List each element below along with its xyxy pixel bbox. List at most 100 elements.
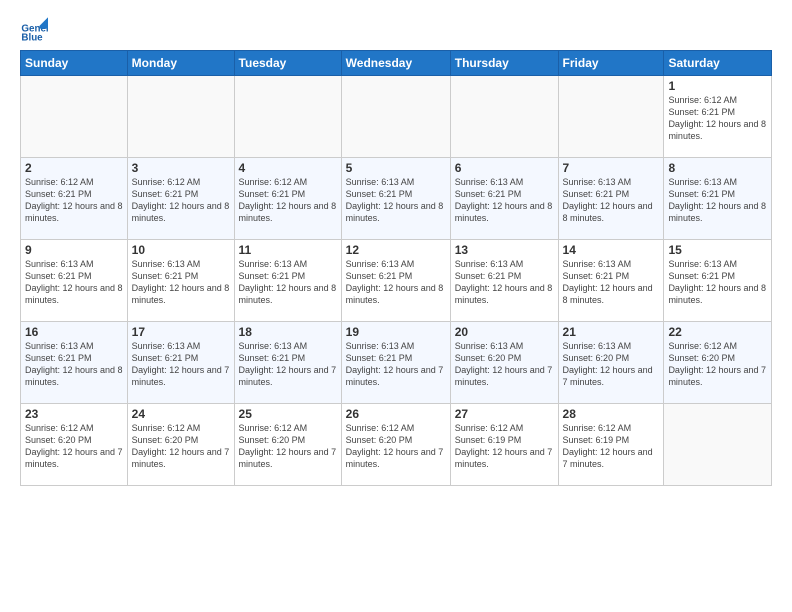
calendar-header-friday: Friday xyxy=(558,51,664,76)
calendar-cell: 3Sunrise: 6:12 AM Sunset: 6:21 PM Daylig… xyxy=(127,158,234,240)
day-number: 11 xyxy=(239,243,337,257)
day-info: Sunrise: 6:13 AM Sunset: 6:21 PM Dayligh… xyxy=(668,176,767,225)
day-info: Sunrise: 6:13 AM Sunset: 6:21 PM Dayligh… xyxy=(132,340,230,389)
day-number: 6 xyxy=(455,161,554,175)
day-number: 4 xyxy=(239,161,337,175)
day-info: Sunrise: 6:13 AM Sunset: 6:21 PM Dayligh… xyxy=(563,258,660,307)
calendar-cell: 1Sunrise: 6:12 AM Sunset: 6:21 PM Daylig… xyxy=(664,76,772,158)
calendar-cell: 2Sunrise: 6:12 AM Sunset: 6:21 PM Daylig… xyxy=(21,158,128,240)
calendar-cell: 26Sunrise: 6:12 AM Sunset: 6:20 PM Dayli… xyxy=(341,404,450,486)
day-info: Sunrise: 6:12 AM Sunset: 6:21 PM Dayligh… xyxy=(132,176,230,225)
day-number: 1 xyxy=(668,79,767,93)
day-number: 12 xyxy=(346,243,446,257)
calendar-header-row: SundayMondayTuesdayWednesdayThursdayFrid… xyxy=(21,51,772,76)
day-info: Sunrise: 6:12 AM Sunset: 6:19 PM Dayligh… xyxy=(563,422,660,471)
calendar-week-row: 1Sunrise: 6:12 AM Sunset: 6:21 PM Daylig… xyxy=(21,76,772,158)
calendar-cell: 20Sunrise: 6:13 AM Sunset: 6:20 PM Dayli… xyxy=(450,322,558,404)
day-info: Sunrise: 6:12 AM Sunset: 6:20 PM Dayligh… xyxy=(25,422,123,471)
day-info: Sunrise: 6:13 AM Sunset: 6:21 PM Dayligh… xyxy=(239,340,337,389)
calendar-cell: 23Sunrise: 6:12 AM Sunset: 6:20 PM Dayli… xyxy=(21,404,128,486)
calendar-week-row: 23Sunrise: 6:12 AM Sunset: 6:20 PM Dayli… xyxy=(21,404,772,486)
day-number: 15 xyxy=(668,243,767,257)
calendar-cell: 15Sunrise: 6:13 AM Sunset: 6:21 PM Dayli… xyxy=(664,240,772,322)
day-info: Sunrise: 6:12 AM Sunset: 6:21 PM Dayligh… xyxy=(25,176,123,225)
day-info: Sunrise: 6:12 AM Sunset: 6:20 PM Dayligh… xyxy=(239,422,337,471)
day-info: Sunrise: 6:12 AM Sunset: 6:21 PM Dayligh… xyxy=(239,176,337,225)
day-number: 21 xyxy=(563,325,660,339)
calendar-week-row: 16Sunrise: 6:13 AM Sunset: 6:21 PM Dayli… xyxy=(21,322,772,404)
day-number: 28 xyxy=(563,407,660,421)
calendar-header-tuesday: Tuesday xyxy=(234,51,341,76)
day-info: Sunrise: 6:13 AM Sunset: 6:21 PM Dayligh… xyxy=(25,340,123,389)
calendar-cell: 7Sunrise: 6:13 AM Sunset: 6:21 PM Daylig… xyxy=(558,158,664,240)
day-info: Sunrise: 6:12 AM Sunset: 6:21 PM Dayligh… xyxy=(668,94,767,143)
day-number: 5 xyxy=(346,161,446,175)
day-number: 27 xyxy=(455,407,554,421)
logo-icon: General Blue xyxy=(20,16,48,44)
day-number: 20 xyxy=(455,325,554,339)
calendar-cell: 27Sunrise: 6:12 AM Sunset: 6:19 PM Dayli… xyxy=(450,404,558,486)
calendar-cell: 8Sunrise: 6:13 AM Sunset: 6:21 PM Daylig… xyxy=(664,158,772,240)
calendar-cell: 24Sunrise: 6:12 AM Sunset: 6:20 PM Dayli… xyxy=(127,404,234,486)
calendar-table: SundayMondayTuesdayWednesdayThursdayFrid… xyxy=(20,50,772,486)
day-number: 22 xyxy=(668,325,767,339)
calendar-header-monday: Monday xyxy=(127,51,234,76)
calendar-cell: 21Sunrise: 6:13 AM Sunset: 6:20 PM Dayli… xyxy=(558,322,664,404)
header: General Blue xyxy=(20,16,772,44)
day-number: 26 xyxy=(346,407,446,421)
calendar-header-wednesday: Wednesday xyxy=(341,51,450,76)
calendar-cell xyxy=(450,76,558,158)
day-info: Sunrise: 6:13 AM Sunset: 6:20 PM Dayligh… xyxy=(455,340,554,389)
day-info: Sunrise: 6:13 AM Sunset: 6:21 PM Dayligh… xyxy=(25,258,123,307)
calendar-header-thursday: Thursday xyxy=(450,51,558,76)
day-info: Sunrise: 6:13 AM Sunset: 6:21 PM Dayligh… xyxy=(346,258,446,307)
day-info: Sunrise: 6:13 AM Sunset: 6:21 PM Dayligh… xyxy=(563,176,660,225)
calendar-cell: 22Sunrise: 6:12 AM Sunset: 6:20 PM Dayli… xyxy=(664,322,772,404)
calendar-header-saturday: Saturday xyxy=(664,51,772,76)
calendar-cell xyxy=(234,76,341,158)
day-number: 3 xyxy=(132,161,230,175)
day-info: Sunrise: 6:13 AM Sunset: 6:21 PM Dayligh… xyxy=(132,258,230,307)
calendar-week-row: 9Sunrise: 6:13 AM Sunset: 6:21 PM Daylig… xyxy=(21,240,772,322)
calendar-cell: 5Sunrise: 6:13 AM Sunset: 6:21 PM Daylig… xyxy=(341,158,450,240)
calendar-cell: 13Sunrise: 6:13 AM Sunset: 6:21 PM Dayli… xyxy=(450,240,558,322)
calendar-cell xyxy=(127,76,234,158)
day-number: 25 xyxy=(239,407,337,421)
day-number: 7 xyxy=(563,161,660,175)
calendar-cell: 16Sunrise: 6:13 AM Sunset: 6:21 PM Dayli… xyxy=(21,322,128,404)
day-number: 16 xyxy=(25,325,123,339)
day-info: Sunrise: 6:13 AM Sunset: 6:21 PM Dayligh… xyxy=(346,176,446,225)
calendar-cell: 19Sunrise: 6:13 AM Sunset: 6:21 PM Dayli… xyxy=(341,322,450,404)
calendar-cell: 17Sunrise: 6:13 AM Sunset: 6:21 PM Dayli… xyxy=(127,322,234,404)
day-number: 9 xyxy=(25,243,123,257)
calendar-week-row: 2Sunrise: 6:12 AM Sunset: 6:21 PM Daylig… xyxy=(21,158,772,240)
calendar-cell: 25Sunrise: 6:12 AM Sunset: 6:20 PM Dayli… xyxy=(234,404,341,486)
calendar-cell: 18Sunrise: 6:13 AM Sunset: 6:21 PM Dayli… xyxy=(234,322,341,404)
calendar-cell: 12Sunrise: 6:13 AM Sunset: 6:21 PM Dayli… xyxy=(341,240,450,322)
day-info: Sunrise: 6:13 AM Sunset: 6:21 PM Dayligh… xyxy=(455,258,554,307)
day-number: 23 xyxy=(25,407,123,421)
logo: General Blue xyxy=(20,16,50,44)
calendar-cell: 10Sunrise: 6:13 AM Sunset: 6:21 PM Dayli… xyxy=(127,240,234,322)
calendar-cell: 6Sunrise: 6:13 AM Sunset: 6:21 PM Daylig… xyxy=(450,158,558,240)
day-number: 18 xyxy=(239,325,337,339)
day-number: 17 xyxy=(132,325,230,339)
day-number: 2 xyxy=(25,161,123,175)
calendar-cell xyxy=(664,404,772,486)
day-number: 19 xyxy=(346,325,446,339)
day-number: 24 xyxy=(132,407,230,421)
calendar-header-sunday: Sunday xyxy=(21,51,128,76)
calendar-cell xyxy=(21,76,128,158)
calendar-cell: 14Sunrise: 6:13 AM Sunset: 6:21 PM Dayli… xyxy=(558,240,664,322)
day-number: 10 xyxy=(132,243,230,257)
day-info: Sunrise: 6:13 AM Sunset: 6:21 PM Dayligh… xyxy=(455,176,554,225)
day-info: Sunrise: 6:13 AM Sunset: 6:21 PM Dayligh… xyxy=(239,258,337,307)
day-info: Sunrise: 6:12 AM Sunset: 6:20 PM Dayligh… xyxy=(668,340,767,389)
day-info: Sunrise: 6:12 AM Sunset: 6:20 PM Dayligh… xyxy=(132,422,230,471)
day-number: 13 xyxy=(455,243,554,257)
calendar-cell: 28Sunrise: 6:12 AM Sunset: 6:19 PM Dayli… xyxy=(558,404,664,486)
calendar-cell: 9Sunrise: 6:13 AM Sunset: 6:21 PM Daylig… xyxy=(21,240,128,322)
day-number: 8 xyxy=(668,161,767,175)
day-info: Sunrise: 6:12 AM Sunset: 6:19 PM Dayligh… xyxy=(455,422,554,471)
page-container: General Blue SundayMondayTuesdayWednesda… xyxy=(0,0,792,496)
